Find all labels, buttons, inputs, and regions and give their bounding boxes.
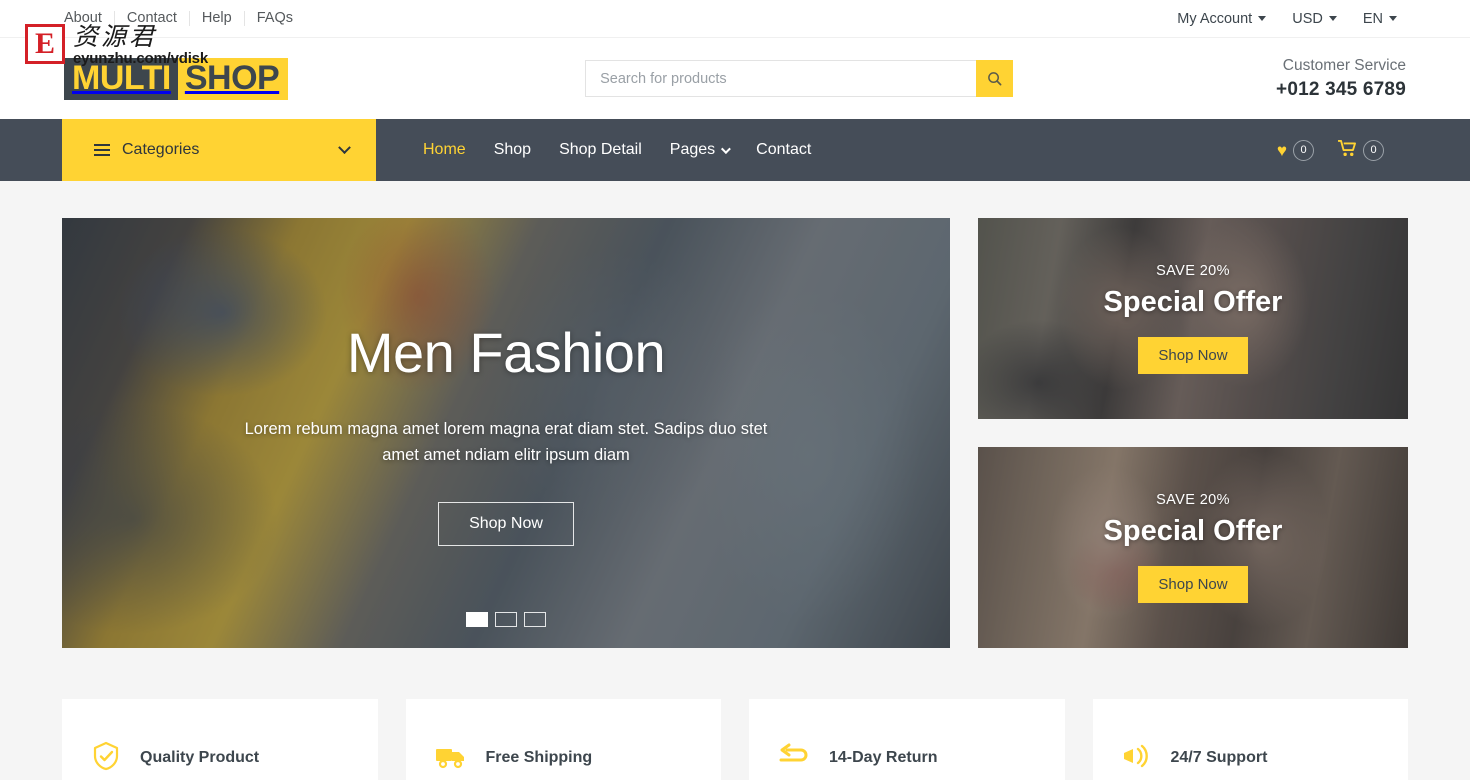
chevron-down-icon [1258,16,1267,21]
carousel-description: Lorem rebum magna amet lorem magna erat … [244,419,768,464]
support-headset-icon [1121,741,1153,777]
customer-service-block: Customer Service +012 345 6789 [1276,57,1408,101]
topbar-link-faqs[interactable]: FAQs [245,11,305,26]
chevron-down-icon [338,140,351,154]
chevron-down-icon [1389,16,1397,21]
nav-link-list: Home Shop Shop Detail Pages Contact [409,141,825,159]
feature-title: 14-Day Return [829,748,938,766]
currency-dropdown[interactable]: USD [1281,3,1348,34]
nav-link-home[interactable]: Home [409,141,480,159]
quality-check-icon [90,740,122,778]
search-icon [988,72,1002,86]
feature-card-quality: Quality Product [62,699,378,780]
nav-link-shop-detail[interactable]: Shop Detail [545,141,656,159]
search-input[interactable] [585,60,977,97]
offer-save-text: SAVE 20% [1156,492,1230,508]
chevron-down-icon [1328,16,1337,21]
feature-card-shipping: Free Shipping [405,699,721,780]
offer-panel-2[interactable]: SAVE 20% Special Offer Shop Now [978,447,1408,648]
nav-link-shop[interactable]: Shop [480,141,545,159]
carousel-indicator-1[interactable] [466,612,488,627]
nav-icon-group-list: ♥ 0 0 [1276,139,1384,161]
categories-label: Categories [122,141,200,158]
customer-service-label: Customer Service [1282,56,1406,74]
shipping-truck-icon [434,740,468,778]
nav-link-pages[interactable]: Pages [656,141,742,159]
product-search [585,60,1014,97]
topbar-link-contact[interactable]: Contact [115,11,190,26]
hero-carousel[interactable]: Men Fashion Lorem rebum magna amet lorem… [62,218,950,648]
offer-shop-now-button[interactable]: Shop Now [1138,566,1248,603]
nav-link-contact[interactable]: Contact [742,141,825,159]
topbar-controls: My Account USD EN [1166,3,1408,34]
wishlist-button[interactable]: ♥ 0 [1276,139,1314,161]
carousel-caption: Men Fashion Lorem rebum magna amet lorem… [62,218,950,648]
site-header: MULTISHOP Customer Service +012 345 6789 [0,38,1470,119]
language-dropdown[interactable]: EN [1351,3,1408,34]
hero-section: Men Fashion Lorem rebum magna amet lorem… [0,181,1470,648]
logo-shop: SHOP [177,57,289,100]
feature-card-return: 14-Day Return [749,699,1065,780]
main-navigation-bar: Categories Home Shop Shop Detail Pages C… [0,119,1470,181]
chevron-down-icon [721,143,732,154]
return-arrow-icon [777,741,811,777]
feature-strip: Quality Product Free Shipping 14-Day Ret… [62,648,1408,780]
top-utility-bar: About Contact Help FAQs My Account USD E… [0,0,1470,38]
shopping-cart-icon [1338,140,1357,160]
offer-panel-1[interactable]: SAVE 20% Special Offer Shop Now [978,218,1408,419]
carousel-shop-now-button[interactable]: Shop Now [438,502,574,547]
offer-title: Special Offer [1103,286,1283,318]
wishlist-count-badge: 0 [1293,139,1314,161]
offer-shop-now-button[interactable]: Shop Now [1138,337,1248,374]
cart-button[interactable]: 0 [1338,139,1384,161]
topbar-link-help[interactable]: Help [190,11,245,26]
feature-card-support: 24/7 Support [1092,699,1408,780]
carousel-indicator-3[interactable] [524,612,546,627]
offer-title: Special Offer [1103,515,1283,547]
search-button[interactable] [976,60,1014,97]
feature-title: Free Shipping [485,748,593,766]
hamburger-icon [94,144,110,156]
my-account-dropdown[interactable]: My Account [1166,3,1278,34]
heart-icon: ♥ [1276,140,1287,160]
offer-save-text: SAVE 20% [1156,263,1230,279]
carousel-indicators [62,612,950,627]
offer-panel-list: SAVE 20% Special Offer Shop Now SAVE 20%… [978,218,1408,648]
categories-dropdown-button[interactable]: Categories [62,119,376,181]
carousel-indicator-2[interactable] [495,612,517,627]
site-logo[interactable]: MULTI SHOP [64,57,289,100]
language-label: EN [1362,10,1383,27]
my-account-label: My Account [1177,10,1253,27]
topbar-link-about[interactable]: About [64,11,115,26]
customer-service-phone[interactable]: +012 345 6789 [1276,79,1406,101]
currency-label: USD [1292,10,1323,27]
cart-count-badge: 0 [1363,139,1384,161]
nav-link-pages-label: Pages [669,141,716,158]
feature-title: 24/7 Support [1170,748,1268,766]
topbar-link-list: About Contact Help FAQs [62,11,305,26]
feature-title: Quality Product [140,748,260,766]
logo-multi: MULTI [64,57,178,100]
carousel-title: Men Fashion [346,320,666,384]
